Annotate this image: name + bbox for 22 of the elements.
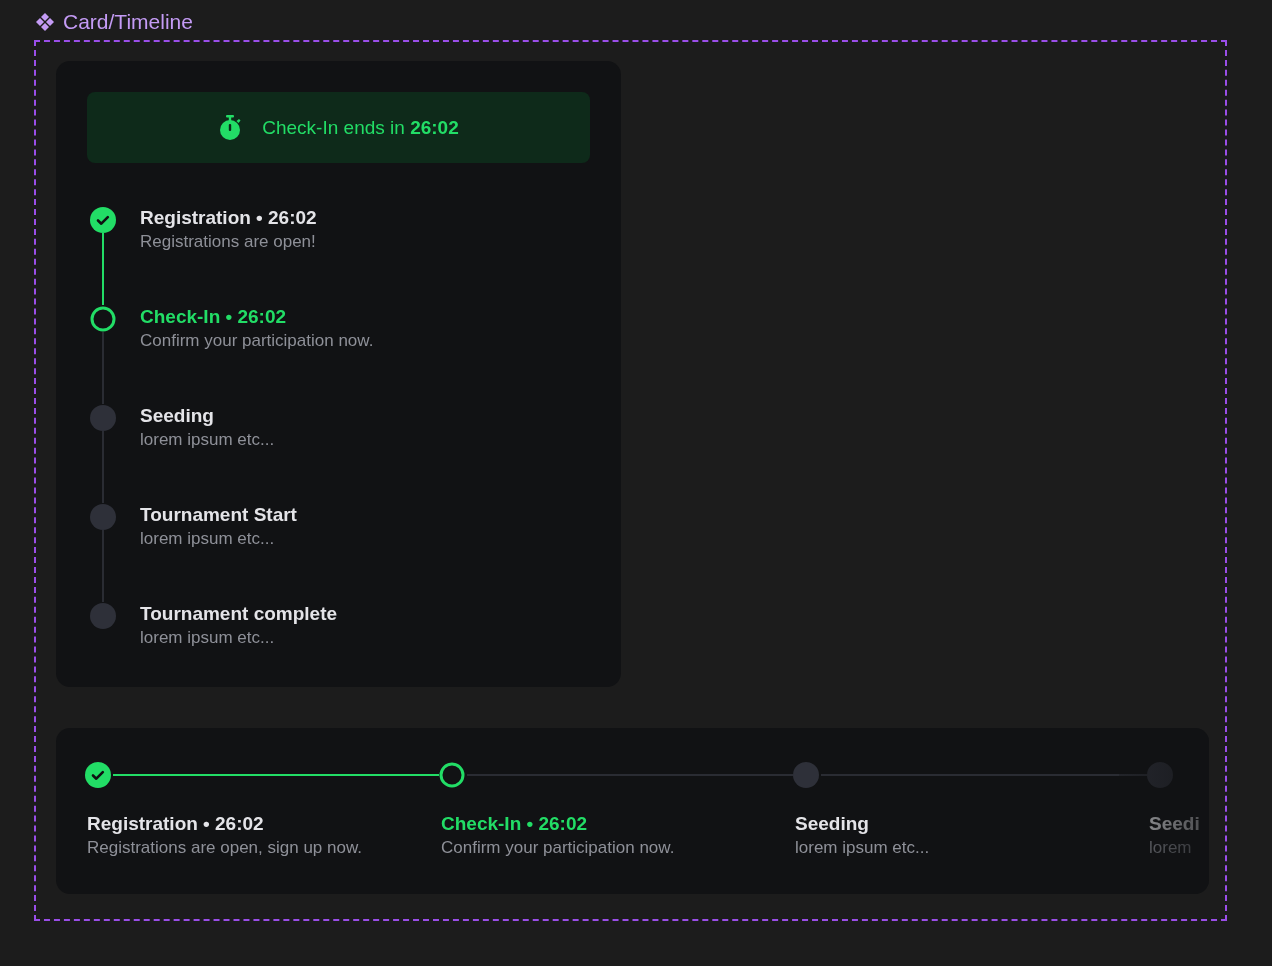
- step-description: Confirm your participation now.: [140, 330, 374, 352]
- step-description: lorem ipsum etc...: [140, 429, 275, 451]
- step-title: Tournament Start: [140, 503, 297, 527]
- step-description: lorem ipsum etc...: [140, 528, 276, 550]
- step-title: Seedi: [1149, 812, 1201, 836]
- step-description: Confirm your participation now.: [441, 837, 676, 859]
- step-description: lorem ipsum etc...: [140, 627, 276, 649]
- step-title: Tournament complete: [140, 602, 338, 626]
- stopwatch-icon: [218, 114, 243, 141]
- step-title: Check-In • 26:02: [140, 305, 288, 329]
- step-title: Registration • 26:02: [140, 206, 317, 230]
- step-title: Registration • 26:02: [87, 812, 265, 836]
- step-description: Registrations are open!: [140, 231, 317, 253]
- frame-title: Card/Timeline: [63, 10, 193, 34]
- step-title: Seeding: [140, 404, 215, 428]
- step-title: Check-In • 26:02: [441, 812, 589, 836]
- step-description: lorem: [1149, 837, 1193, 859]
- step-description: lorem ipsum etc...: [795, 837, 931, 859]
- component-icon: [35, 12, 55, 32]
- step-description: Registrations are open, sign up now.: [87, 837, 363, 859]
- step-title: Seeding: [795, 812, 870, 836]
- countdown-text: Check-In ends in 26:02: [262, 116, 459, 139]
